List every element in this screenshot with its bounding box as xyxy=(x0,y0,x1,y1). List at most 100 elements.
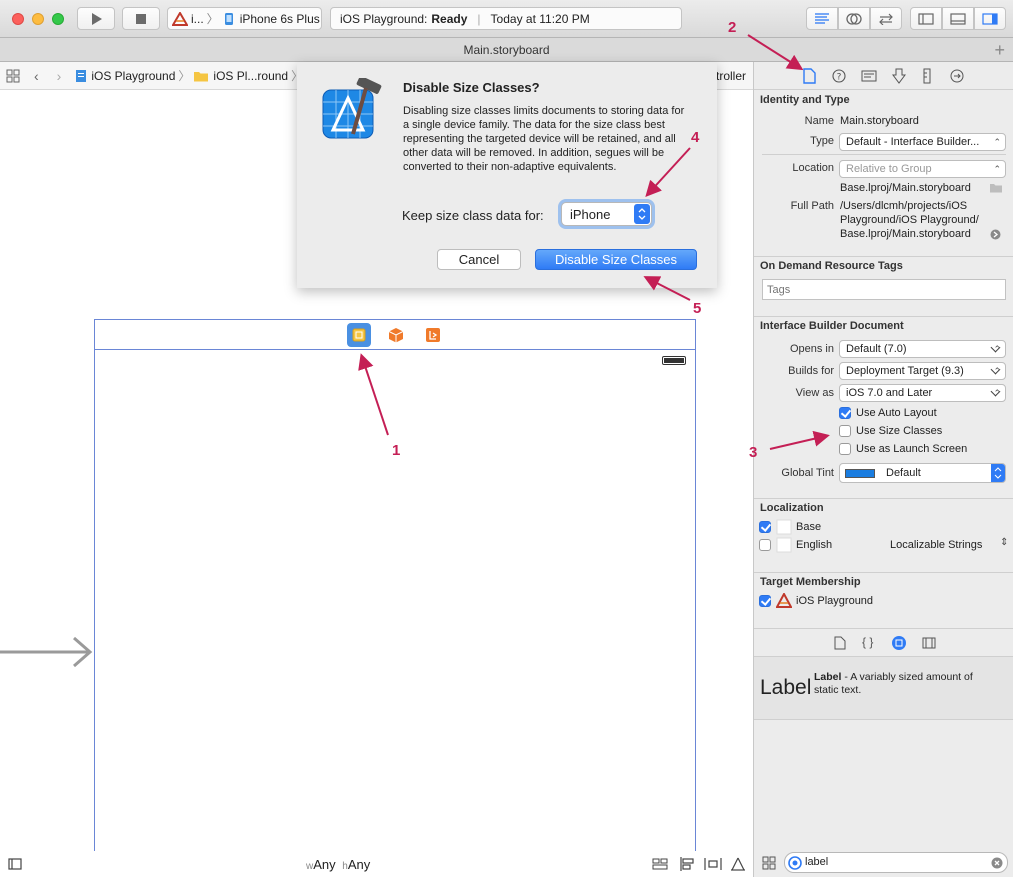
file-type-value: Default - Interface Builder... xyxy=(846,136,980,148)
canvas-bottom-bar: wAny hAny xyxy=(0,851,753,877)
localization-file-icon xyxy=(776,537,792,553)
localization-base-label: Base xyxy=(796,521,822,533)
align-icon[interactable] xyxy=(679,856,695,872)
size-class-selector[interactable]: wAny hAny xyxy=(306,857,370,872)
global-tint-popup[interactable]: Default xyxy=(839,463,1006,483)
builds-for-popup[interactable]: Deployment Target (9.3) xyxy=(839,362,1006,380)
assistant-rings-icon xyxy=(846,12,862,25)
ibdoc-section-title: Interface Builder Document xyxy=(760,320,904,332)
use-auto-layout-label: Use Auto Layout xyxy=(856,407,937,419)
localization-english-type[interactable]: Localizable Strings xyxy=(890,539,982,551)
keep-size-class-label: Keep size class data for: xyxy=(402,208,544,223)
close-window-button[interactable] xyxy=(12,13,24,25)
global-tint-label: Global Tint xyxy=(781,467,834,479)
version-editor-button[interactable] xyxy=(870,7,902,30)
use-as-launch-screen-label: Use as Launch Screen xyxy=(856,443,968,455)
use-auto-layout-checkbox[interactable] xyxy=(839,407,851,419)
cancel-button[interactable]: Cancel xyxy=(437,249,521,270)
minimize-window-button[interactable] xyxy=(32,13,44,25)
library-filter-value: label xyxy=(805,856,829,868)
jumpbar-group[interactable]: iOS Pl...round xyxy=(213,69,288,83)
localization-english-checkbox[interactable] xyxy=(759,539,771,551)
use-size-classes-label: Use Size Classes xyxy=(856,425,943,437)
forward-chevron-icon[interactable]: › xyxy=(57,68,62,84)
full-path-line-2: Playground/iOS Playground/ xyxy=(840,214,979,226)
attributes-inspector-icon[interactable] xyxy=(892,68,906,84)
target-membership-checkbox[interactable] xyxy=(759,595,771,607)
connections-inspector-icon[interactable] xyxy=(950,69,964,83)
document-outline-toggle-icon[interactable] xyxy=(8,858,22,870)
view-controller-dock-item[interactable] xyxy=(347,323,371,347)
view-as-value: iOS 7.0 and Later xyxy=(846,387,933,399)
toggle-navigator-button[interactable] xyxy=(910,7,942,30)
tab-main-storyboard[interactable]: Main.storyboard xyxy=(463,43,549,57)
stop-button[interactable] xyxy=(122,7,160,30)
toggle-utilities-button[interactable] xyxy=(974,7,1006,30)
tags-input[interactable] xyxy=(762,279,1006,300)
annotation-5: 5 xyxy=(693,300,702,317)
membership-section-title: Target Membership xyxy=(760,576,861,588)
file-type-popup[interactable]: Default - Interface Builder... xyxy=(839,133,1006,151)
pin-icon[interactable] xyxy=(704,856,722,872)
localization-base-checkbox[interactable] xyxy=(759,521,771,533)
view-controller-icon xyxy=(352,328,366,342)
jumpbar-tail[interactable]: troller xyxy=(716,69,746,83)
use-as-launch-screen-checkbox[interactable] xyxy=(839,443,851,455)
view-as-label: View as xyxy=(795,387,834,399)
filter-icon xyxy=(788,856,802,870)
jumpbar-project[interactable]: iOS Playground xyxy=(91,69,175,83)
add-tab-icon[interactable]: + xyxy=(994,38,1005,62)
tint-color-swatch xyxy=(845,469,875,478)
reveal-in-finder-arrow-icon[interactable] xyxy=(990,229,1001,240)
disable-size-classes-sheet: Disable Size Classes? Disabling size cla… xyxy=(297,62,717,288)
annotation-4: 4 xyxy=(691,129,700,146)
folder-icon[interactable] xyxy=(989,182,1003,193)
tint-stepper-icon xyxy=(991,464,1005,482)
app-target-icon xyxy=(776,593,792,608)
size-h-value: Any xyxy=(347,857,371,872)
file-inspector-icon[interactable] xyxy=(802,68,816,84)
keep-size-class-popup[interactable]: iPhone xyxy=(561,202,652,226)
size-w-value: Any xyxy=(313,857,336,872)
location-file: Base.lproj/Main.storyboard xyxy=(840,182,971,194)
scheme-selector[interactable]: i... 〉 iPhone 6s Plus xyxy=(167,7,322,30)
builds-for-value: Deployment Target (9.3) xyxy=(846,365,964,377)
stack-views-icon[interactable] xyxy=(652,857,668,871)
standard-editor-button[interactable] xyxy=(806,7,838,30)
localization-section-title: Localization xyxy=(760,502,824,514)
related-items-grid-icon[interactable] xyxy=(6,69,20,83)
back-chevron-icon[interactable]: ‹ xyxy=(34,68,39,84)
use-size-classes-checkbox[interactable] xyxy=(839,425,851,437)
library-item-label[interactable]: Label Label - A variably sized amount of… xyxy=(754,657,1013,719)
opens-in-label: Opens in xyxy=(789,343,834,355)
view-as-popup[interactable]: iOS 7.0 and Later xyxy=(839,384,1006,402)
size-inspector-icon[interactable] xyxy=(922,68,932,84)
clear-filter-icon[interactable] xyxy=(991,857,1003,869)
assistant-editor-button[interactable] xyxy=(838,7,870,30)
resolve-autolayout-icon[interactable] xyxy=(730,856,746,872)
location-label: Location xyxy=(792,162,834,174)
location-popup[interactable]: Relative to Group xyxy=(839,160,1006,178)
initial-view-controller-arrow-icon[interactable] xyxy=(0,632,96,672)
opens-in-popup[interactable]: Default (7.0) xyxy=(839,340,1006,358)
exit-icon[interactable] xyxy=(424,326,442,344)
debug-panel-icon xyxy=(950,12,966,25)
window-toolbar: i... 〉 iPhone 6s Plus iOS Playground: Re… xyxy=(0,0,1013,38)
object-library-icon[interactable] xyxy=(891,635,907,651)
library-filter-field[interactable]: label xyxy=(784,852,1008,873)
quick-help-icon[interactable]: ? xyxy=(832,69,846,83)
run-button[interactable] xyxy=(77,7,115,30)
media-library-icon[interactable] xyxy=(922,637,936,649)
toggle-debug-area-button[interactable] xyxy=(942,7,974,30)
localization-stepper-icon[interactable]: ⇕ xyxy=(1000,537,1008,548)
activity-viewer: iOS Playground: Ready | Today at 11:20 P… xyxy=(330,7,682,30)
file-template-library-icon[interactable] xyxy=(834,636,846,650)
zoom-window-button[interactable] xyxy=(52,13,64,25)
first-responder-cube-icon[interactable] xyxy=(387,326,405,344)
view-controller-scene[interactable] xyxy=(94,319,696,859)
dialog-message: Disabling size classes limits documents … xyxy=(403,105,685,173)
grid-view-icon[interactable] xyxy=(762,856,776,870)
disable-size-classes-button[interactable]: Disable Size Classes xyxy=(535,249,697,270)
identity-inspector-icon[interactable] xyxy=(861,70,877,82)
code-snippet-library-icon[interactable]: { } xyxy=(862,635,873,649)
